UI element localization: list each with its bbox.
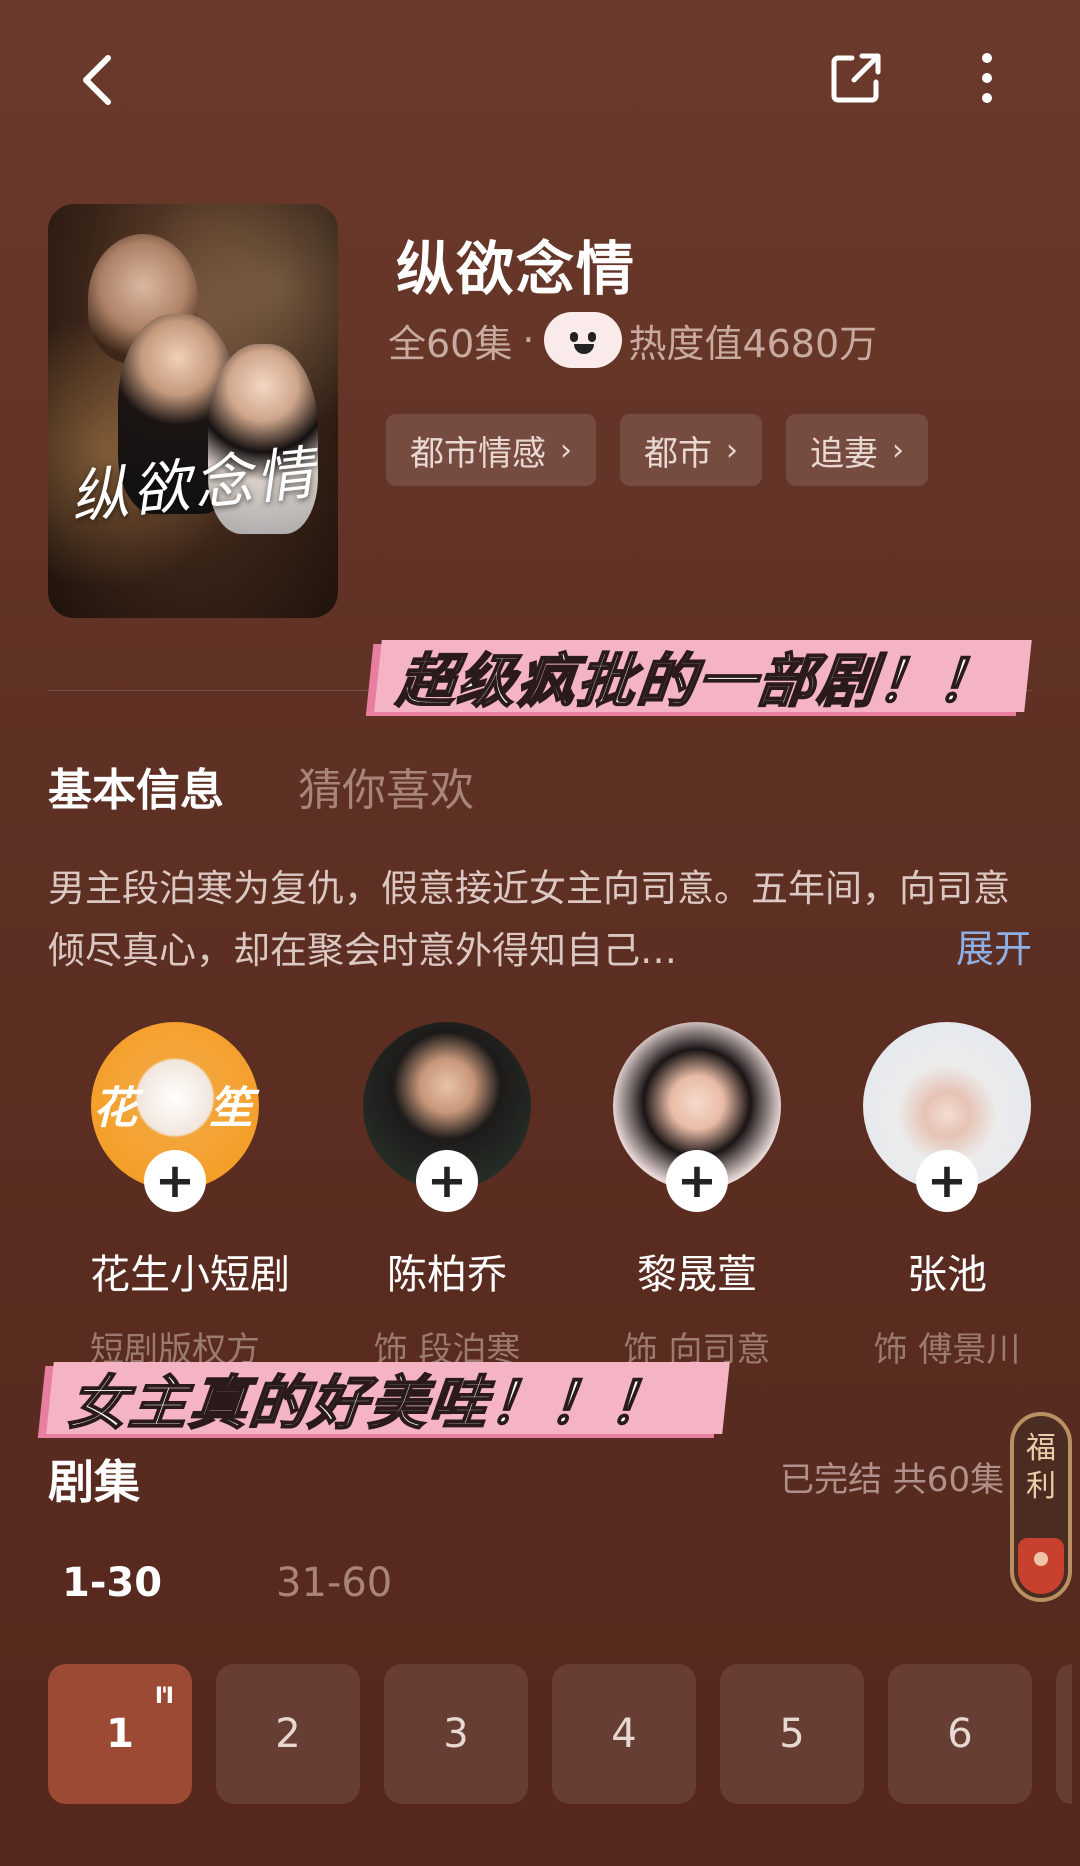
cast-name: 黎晟萱 [637,1252,757,1298]
episode-range-tab[interactable]: 1-30 [62,1560,162,1606]
drama-title: 纵欲念情 [396,235,637,303]
episode-button[interactable]: 2 [216,1664,360,1804]
avatar[interactable]: 花 笙 + [91,1022,259,1212]
episode-number: 1 [106,1711,134,1757]
more-button[interactable] [962,48,1012,108]
tag-chip[interactable]: 追妻 › [786,414,928,486]
red-envelope-icon [1018,1538,1064,1594]
tag-label: 都市 [644,433,712,474]
heat-mascot-icon [544,312,623,368]
episode-grid: 1 I'I 2 3 4 5 6 [48,1664,1072,1804]
cast-item[interactable]: + 黎晟萱 饰 向司意 [612,1022,782,1371]
chevron-right-icon: › [892,432,904,468]
episodes-status: 已完结 共60集 [780,1460,1005,1500]
brand-logo-text: 花 [93,1083,137,1134]
avatar[interactable]: + [863,1022,1031,1212]
tag-chip[interactable]: 都市情感 › [386,414,596,486]
cast-name: 张池 [907,1252,987,1298]
top-bar [0,40,1080,120]
meta-separator: · [522,318,535,362]
tab-basic-info[interactable]: 基本信息 [48,754,224,818]
episode-button[interactable]: 5 [720,1664,864,1804]
episode-button-peek [1056,1664,1072,1804]
drama-poster[interactable]: 纵欲念情 [48,204,338,618]
episode-button[interactable]: 4 [552,1664,696,1804]
episodes-title: 剧集 [48,1455,140,1509]
avatar[interactable]: + [613,1022,781,1212]
episode-count: 全60集 [388,321,513,366]
cast-name: 花生小短剧 [90,1252,290,1298]
synopsis-text: 男主段泊寒为复仇，假意接近女主向司意。五年间，向司意倾尽真心，却在聚会时意外得知… [48,867,1010,972]
episode-number: 4 [611,1711,637,1757]
episode-number: 5 [779,1711,805,1757]
chevron-right-icon: › [560,432,572,468]
share-button[interactable] [826,48,886,108]
episode-button[interactable]: 1 I'I [48,1664,192,1804]
tag-label: 追妻 [810,433,878,474]
brand-logo-text: 笙 [209,1083,253,1134]
avatar[interactable]: + [363,1022,531,1212]
episode-number: 2 [275,1711,301,1757]
welfare-widget[interactable]: 福利 [1010,1412,1072,1602]
drama-meta: 全60集 · 热度值4680万 [388,312,877,368]
follow-plus-icon[interactable]: + [416,1150,478,1212]
chevron-left-icon [83,55,111,105]
episode-button[interactable]: 6 [888,1664,1032,1804]
cast-name: 陈柏乔 [387,1252,507,1298]
tag-list: 都市情感 › 都市 › 追妻 › [386,414,928,486]
back-button[interactable] [70,50,130,110]
follow-plus-icon[interactable]: + [144,1150,206,1212]
chevron-right-icon: › [726,432,738,468]
cast-item[interactable]: + 陈柏乔 饰 段泊寒 [362,1022,532,1371]
share-icon [831,53,881,103]
episode-number: 6 [947,1711,973,1757]
episode-range-tab[interactable]: 31-60 [276,1560,392,1606]
caption-text: 超级疯批的一部剧！！ [393,646,1002,716]
expand-link[interactable]: 展开 [956,918,1032,973]
more-vertical-icon [982,53,992,103]
episode-button[interactable]: 3 [384,1664,528,1804]
caption-sticker: 女主真的好美哇！！！ [46,1362,730,1438]
welfare-label: 福利 [1026,1431,1056,1504]
tab-recommend[interactable]: 猜你喜欢 [298,754,474,818]
caption-sticker: 超级疯批的一部剧！！ [374,640,1032,716]
info-tabs: 基本信息 猜你喜欢 [48,754,474,818]
follow-plus-icon[interactable]: + [916,1150,978,1212]
cast-item[interactable]: 花 笙 + 花生小短剧 短剧版权方 [90,1022,290,1371]
tag-chip[interactable]: 都市 › [620,414,762,486]
cast-role: 饰 傅景川 [873,1330,1021,1370]
heat-value: 热度值4680万 [628,321,878,366]
cast-item[interactable]: + 张池 饰 傅景川 [862,1022,1032,1371]
caption-text: 女主真的好美哇！！！ [65,1368,674,1438]
follow-plus-icon[interactable]: + [666,1150,728,1212]
episode-number: 3 [443,1711,469,1757]
playing-icon: I'I [154,1684,174,1709]
tag-label: 都市情感 [410,433,546,474]
